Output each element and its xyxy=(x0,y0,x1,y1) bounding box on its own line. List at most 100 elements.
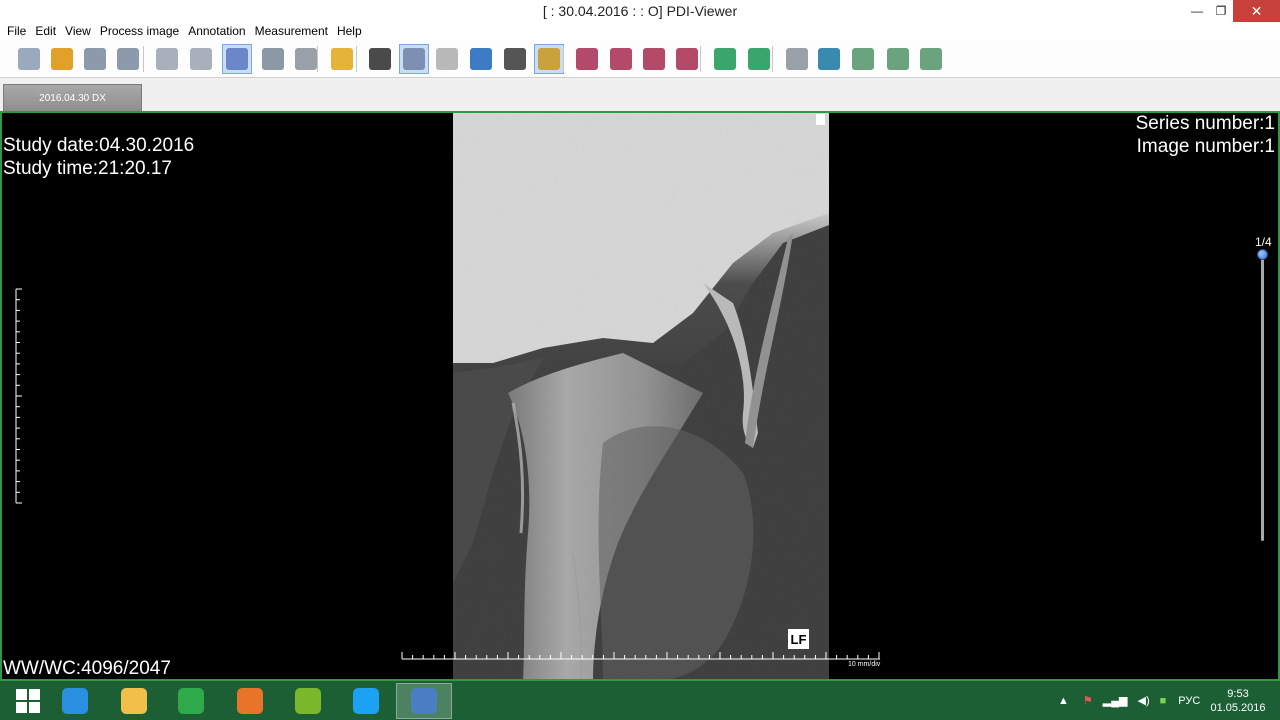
select-icon xyxy=(403,48,425,70)
tray-expand-icon[interactable]: ▲ xyxy=(1058,695,1069,707)
firefox-taskbar-button[interactable] xyxy=(222,683,278,719)
action-center-icon[interactable]: ⚑ xyxy=(1083,694,1093,707)
skype-icon xyxy=(353,688,379,714)
horizontal-ruler xyxy=(401,652,880,660)
firefox-icon xyxy=(237,688,263,714)
menu-help[interactable]: Help xyxy=(333,24,366,38)
flip-vertical-icon xyxy=(676,48,698,70)
polygon-roi-icon xyxy=(920,48,942,70)
series-number-label: Series number:1 xyxy=(1135,113,1275,134)
crosshair-icon xyxy=(538,48,560,70)
study-time-label: Study time:21:20.17 xyxy=(3,158,172,179)
toolbar-separator xyxy=(772,46,773,72)
menu-bar: File Edit View Process image Annotation … xyxy=(0,22,1280,40)
clock-time: 9:53 xyxy=(1227,688,1249,700)
minimize-button[interactable]: — xyxy=(1185,0,1209,22)
maximize-button[interactable]: ❐ xyxy=(1209,0,1233,22)
zoom-tool-button[interactable] xyxy=(466,44,496,74)
next-patient-tool-button[interactable] xyxy=(113,44,143,74)
study-date-label: Study date:04.30.2016 xyxy=(3,135,195,156)
toolbar-separator xyxy=(356,46,357,72)
network-icon[interactable]: ▂▄▆ xyxy=(1103,694,1128,707)
menu-measurement[interactable]: Measurement xyxy=(251,24,332,38)
next-patient-icon xyxy=(117,48,139,70)
ruler-icon xyxy=(786,48,808,70)
magnify-icon xyxy=(504,48,526,70)
toolbar-separator xyxy=(317,46,318,72)
pdi-viewer-icon xyxy=(411,688,437,714)
pan-hand-tool-button[interactable] xyxy=(432,44,462,74)
copy-tool-button[interactable] xyxy=(258,44,288,74)
tab-strip: 2016.04.30 DX xyxy=(0,78,1280,111)
vertical-ruler xyxy=(15,288,22,504)
rectangle-roi-icon xyxy=(852,48,874,70)
file-explorer-taskbar-button[interactable] xyxy=(106,683,162,719)
info-icon xyxy=(331,48,353,70)
skype-taskbar-button[interactable] xyxy=(338,683,394,719)
refresh-icon xyxy=(51,48,73,70)
taskbar-clock[interactable]: 9:53 01.05.2016 xyxy=(1206,687,1270,715)
menu-process-image[interactable]: Process image xyxy=(96,24,183,38)
volume-icon[interactable]: ◀) xyxy=(1137,694,1149,707)
layout-grid-icon xyxy=(226,48,248,70)
system-tray: ▲ ⚑ ▂▄▆ ◀) ■ РУС xyxy=(1058,681,1200,720)
nvidia-icon[interactable]: ■ xyxy=(1160,695,1167,707)
crosshair-tool-button[interactable] xyxy=(534,44,564,74)
select-tool-button[interactable] xyxy=(399,44,429,74)
next-series-tool-button[interactable] xyxy=(186,44,216,74)
internet-explorer-taskbar-button[interactable] xyxy=(47,683,103,719)
rotate-left-tool-button[interactable] xyxy=(572,44,602,74)
toolbar-separator xyxy=(700,46,701,72)
prev-patient-tool-button[interactable] xyxy=(80,44,110,74)
prev-series-icon xyxy=(156,48,178,70)
grid-icon xyxy=(295,48,317,70)
list-tool-button[interactable] xyxy=(14,44,44,74)
windows-store-icon xyxy=(178,688,204,714)
magnify-tool-button[interactable] xyxy=(500,44,530,74)
utorrent-taskbar-button[interactable] xyxy=(280,683,336,719)
language-indicator[interactable]: РУС xyxy=(1178,695,1200,707)
info-tool-button[interactable] xyxy=(327,44,357,74)
windows-start-icon xyxy=(16,689,40,713)
line-tool-button[interactable] xyxy=(710,44,740,74)
angle-tool-button[interactable] xyxy=(814,44,844,74)
refresh-tool-button[interactable] xyxy=(47,44,77,74)
menu-annotation[interactable]: Annotation xyxy=(184,24,249,38)
tab-study[interactable]: 2016.04.30 DX xyxy=(3,84,142,111)
flip-vertical-tool-button[interactable] xyxy=(672,44,702,74)
frame-slider-thumb[interactable] xyxy=(1257,249,1268,260)
rotate-right-tool-button[interactable] xyxy=(606,44,636,74)
xray-image xyxy=(453,113,829,679)
menu-file[interactable]: File xyxy=(3,24,30,38)
prev-series-tool-button[interactable] xyxy=(152,44,182,74)
windows-store-taskbar-button[interactable] xyxy=(163,683,219,719)
ruler-tool-button[interactable] xyxy=(782,44,812,74)
clock-date: 01.05.2016 xyxy=(1210,702,1266,714)
toolbar-separator xyxy=(563,46,564,72)
copy-icon xyxy=(262,48,284,70)
ellipse-roi-tool-button[interactable] xyxy=(883,44,913,74)
rectangle-roi-tool-button[interactable] xyxy=(848,44,878,74)
line-icon xyxy=(714,48,736,70)
polygon-roi-tool-button[interactable] xyxy=(916,44,946,74)
text-tool-button[interactable] xyxy=(744,44,774,74)
rotate-right-icon xyxy=(610,48,632,70)
menu-edit[interactable]: Edit xyxy=(31,24,60,38)
pan-hand-icon xyxy=(436,48,458,70)
layout-grid-tool-button[interactable] xyxy=(222,44,252,74)
title-bar: [ : 30.04.2016 : : O] PDI-Viewer — ❐ ✕ xyxy=(0,0,1280,22)
toolbar-separator xyxy=(143,46,144,72)
image-corner-marker xyxy=(816,114,825,125)
window-level-tool-button[interactable] xyxy=(365,44,395,74)
flip-horizontal-tool-button[interactable] xyxy=(639,44,669,74)
menu-view[interactable]: View xyxy=(61,24,95,38)
frame-slider-track[interactable] xyxy=(1261,254,1264,541)
image-viewport[interactable]: Study date:04.30.2016 Study time:21:20.1… xyxy=(0,111,1280,681)
taskbar: ▲ ⚑ ▂▄▆ ◀) ■ РУС 9:53 01.05.2016 xyxy=(0,681,1280,720)
internet-explorer-icon xyxy=(62,688,88,714)
pdi-viewer-taskbar-button[interactable] xyxy=(396,683,452,719)
next-series-icon xyxy=(190,48,212,70)
toolbar xyxy=(0,40,1280,78)
frame-indicator: 1/4 xyxy=(1255,235,1272,249)
close-button[interactable]: ✕ xyxy=(1233,0,1280,22)
